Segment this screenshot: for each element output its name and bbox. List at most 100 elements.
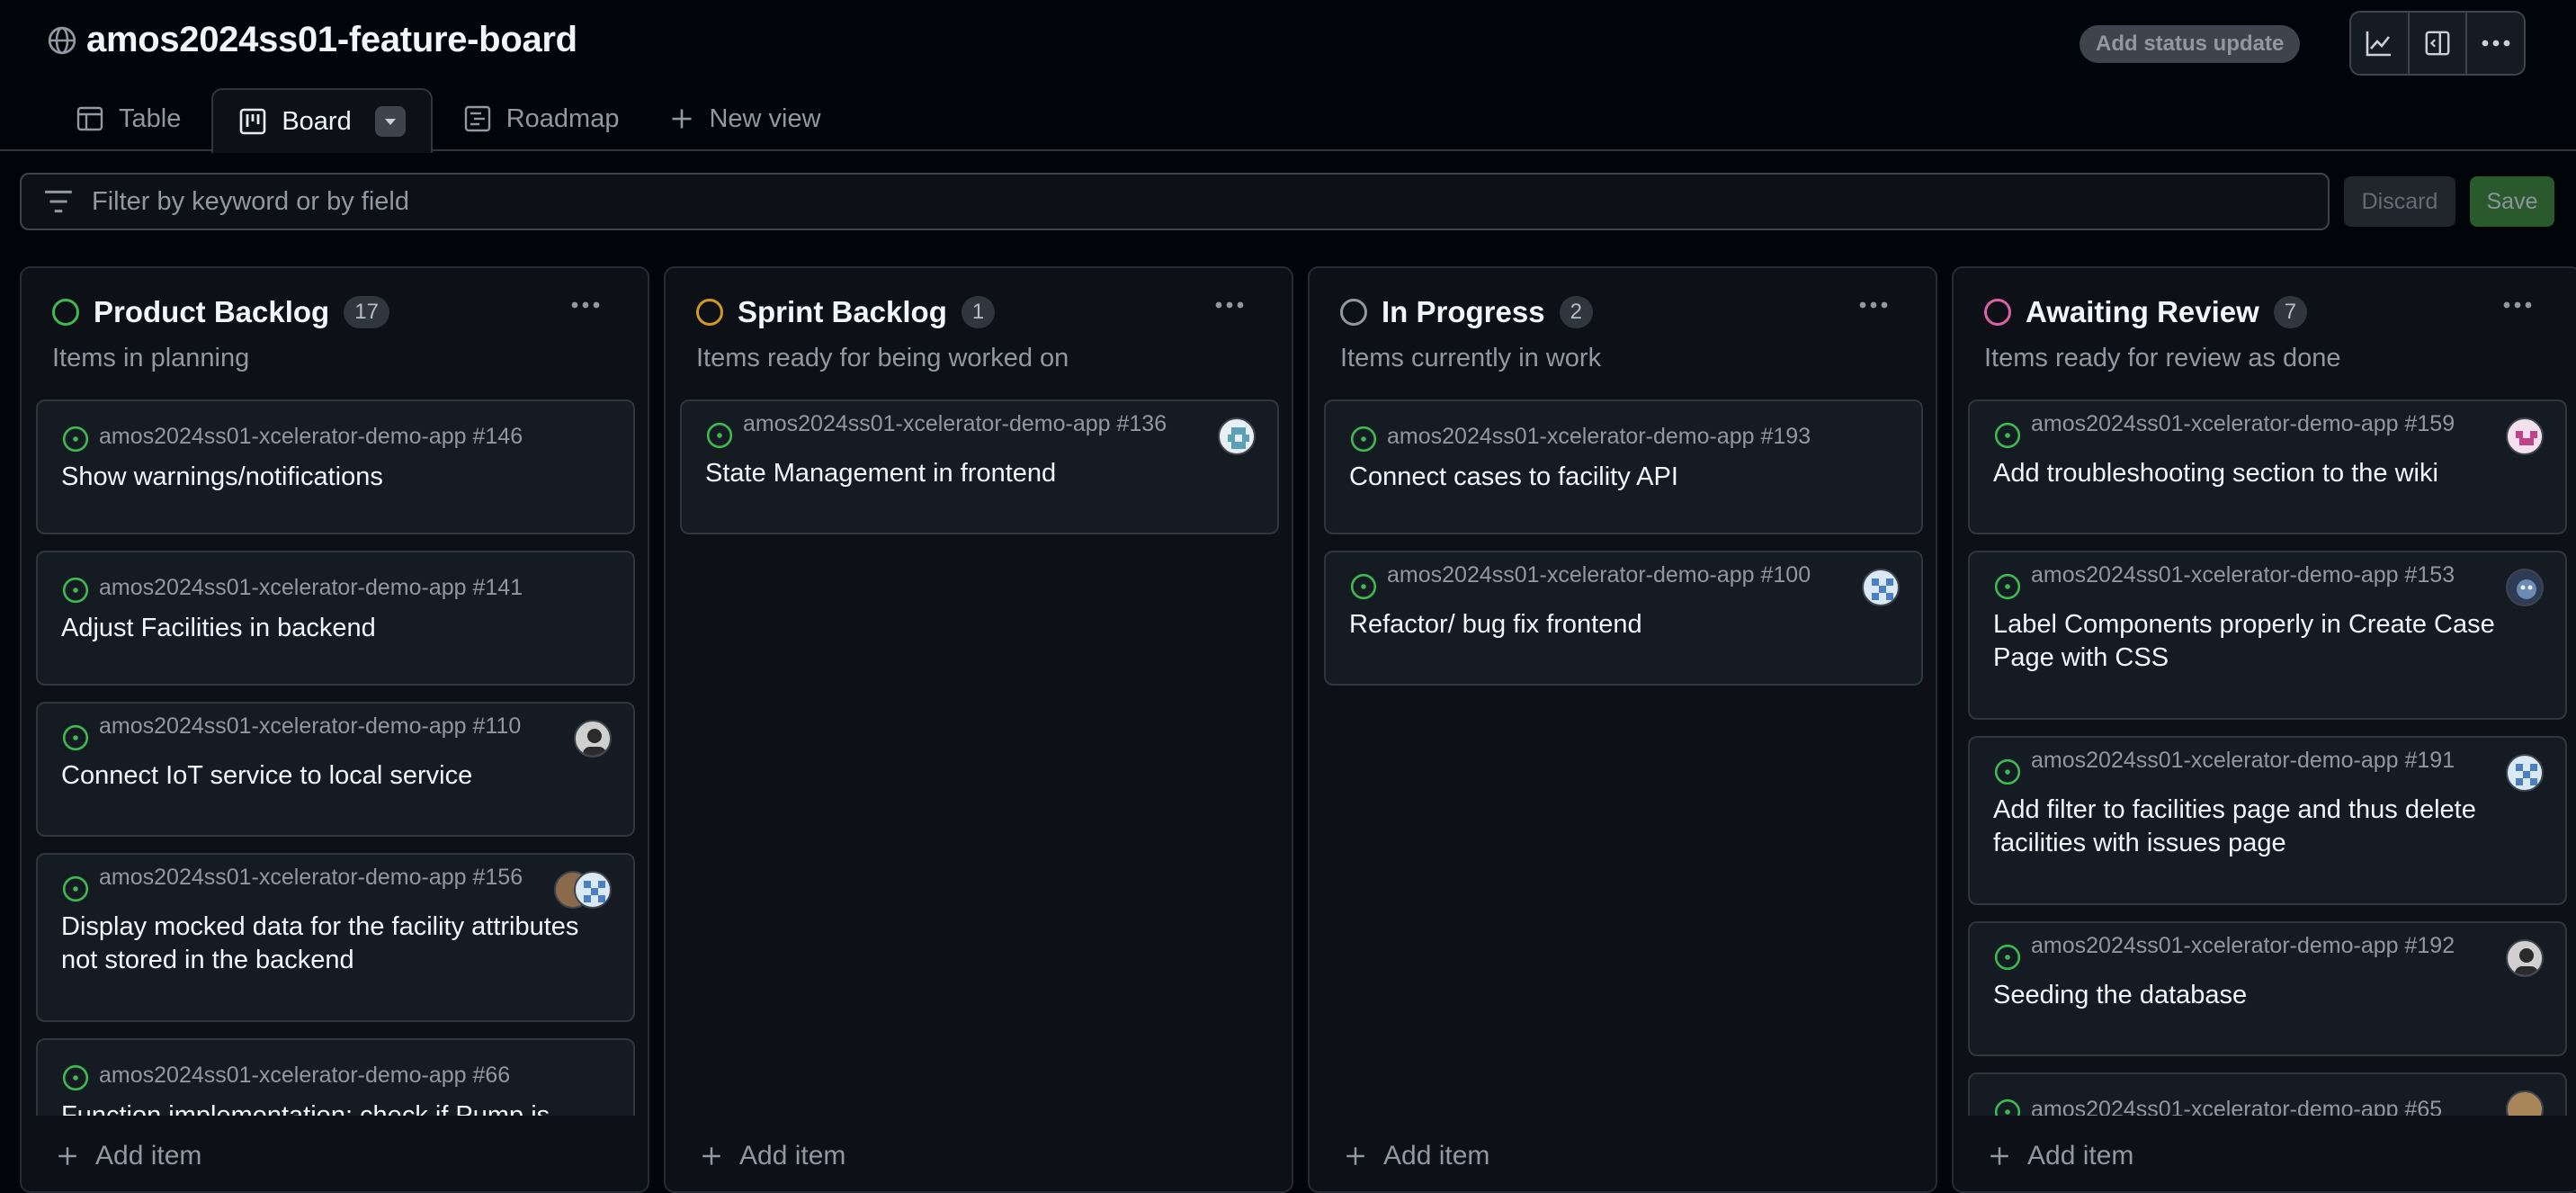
card-repo[interactable]: amos2024ss01-xcelerator-demo-app #66 (99, 1062, 510, 1089)
card-repo[interactable]: amos2024ss01-xcelerator-demo-app #191 (2031, 747, 2455, 774)
assignee-avatar[interactable] (1218, 417, 1256, 455)
assignee-avatar[interactable] (2506, 569, 2544, 606)
issue-opened-icon (62, 577, 89, 604)
issue-card[interactable]: amos2024ss01-xcelerator-demo-app #191 Ad… (1968, 736, 2567, 905)
project-title-row: amos2024ss01-feature-board (47, 20, 577, 60)
card-title[interactable]: Add troubleshooting section to the wiki (1993, 457, 2542, 490)
column-count-badge: 7 (2273, 296, 2308, 328)
assignee-avatar[interactable] (2506, 1090, 2544, 1116)
save-button[interactable]: Save (2470, 176, 2554, 227)
sidebar-expand-icon (2425, 31, 2450, 56)
card-title[interactable]: Label Components properly in Create Case… (1993, 608, 2542, 675)
card-title[interactable]: Function implementation: check if Pump i… (61, 1099, 610, 1116)
issue-card[interactable]: amos2024ss01-xcelerator-demo-app #192 Se… (1968, 921, 2567, 1056)
column-count-badge: 17 (344, 296, 389, 328)
tab-board[interactable]: Board (211, 88, 433, 153)
tab-roadmap[interactable]: Roadmap (438, 86, 645, 151)
column-product-backlog: Product Backlog 17 Items in planning amo… (20, 266, 649, 1193)
card-repo[interactable]: amos2024ss01-xcelerator-demo-app #65 (2031, 1096, 2442, 1116)
column-description: Items currently in work (1340, 344, 1602, 372)
card-title[interactable]: Connect IoT service to local service (61, 759, 610, 793)
tab-new-view[interactable]: New view (644, 86, 845, 151)
issue-card[interactable]: amos2024ss01-xcelerator-demo-app #141 Ad… (36, 551, 635, 686)
view-options-dropdown[interactable] (374, 106, 406, 137)
add-item-button[interactable]: Add item (1344, 1141, 1489, 1171)
card-title[interactable]: Seeding the database (1993, 979, 2542, 1012)
column-description: Items ready for review as done (1984, 344, 2341, 372)
card-repo[interactable]: amos2024ss01-xcelerator-demo-app #159 (2031, 410, 2455, 437)
column-in-progress: In Progress 2 Items currently in work am… (1308, 266, 1937, 1193)
card-repo[interactable]: amos2024ss01-xcelerator-demo-app #146 (99, 423, 523, 450)
column-awaiting-review: Awaiting Review 7 Items ready for review… (1952, 266, 2576, 1193)
assignee-avatar[interactable] (574, 720, 612, 758)
tab-label: Table (119, 103, 182, 133)
column-title: Awaiting Review (2026, 295, 2259, 328)
card-repo[interactable]: amos2024ss01-xcelerator-demo-app #153 (2031, 561, 2455, 588)
more-options-button[interactable] (2467, 13, 2524, 74)
tab-table[interactable]: Table (50, 86, 206, 151)
add-item-button[interactable]: Add item (56, 1141, 201, 1171)
add-item-label: Add item (2027, 1141, 2134, 1171)
issue-card[interactable]: amos2024ss01-xcelerator-demo-app #65 (1968, 1072, 2567, 1116)
plus-icon (58, 1147, 76, 1165)
issue-opened-icon (1350, 573, 1377, 600)
assignee-avatar[interactable] (2506, 417, 2544, 455)
column-description: Items in planning (52, 344, 250, 372)
column-menu-icon[interactable] (1858, 300, 1889, 309)
column-menu-icon[interactable] (1214, 300, 1245, 309)
issue-card[interactable]: amos2024ss01-xcelerator-demo-app #159 Ad… (1968, 399, 2567, 534)
identicon-icon (1872, 579, 1893, 600)
card-meta: amos2024ss01-xcelerator-demo-app #159 (1993, 410, 2542, 450)
identicon-icon (584, 881, 605, 902)
card-repo[interactable]: amos2024ss01-xcelerator-demo-app #141 (99, 574, 523, 601)
card-title[interactable]: Add filter to facilities page and thus d… (1993, 794, 2542, 860)
project-title[interactable]: amos2024ss01-feature-board (86, 20, 577, 60)
card-title[interactable]: State Management in frontend (705, 457, 1254, 490)
add-item-button[interactable]: Add item (1988, 1141, 2133, 1171)
card-list: amos2024ss01-xcelerator-demo-app #159 Ad… (1968, 399, 2567, 1116)
add-item-button[interactable]: Add item (700, 1141, 845, 1171)
card-title[interactable]: Adjust Facilities in backend (61, 612, 610, 645)
card-repo[interactable]: amos2024ss01-xcelerator-demo-app #100 (1387, 561, 1811, 588)
issue-card[interactable]: amos2024ss01-xcelerator-demo-app #136 St… (680, 399, 1279, 534)
assignee-avatar[interactable] (1862, 569, 1900, 606)
column-menu-icon[interactable] (570, 300, 601, 309)
card-title[interactable]: Show warnings/notifications (61, 461, 610, 494)
card-meta: amos2024ss01-xcelerator-demo-app #141 (61, 574, 610, 605)
assignee-avatar[interactable] (2506, 939, 2544, 977)
card-title[interactable]: Display mocked data for the facility att… (61, 910, 610, 977)
issue-card[interactable]: amos2024ss01-xcelerator-demo-app #100 Re… (1324, 551, 1923, 686)
column-header: Sprint Backlog 1 (696, 295, 996, 329)
plus-icon (702, 1147, 720, 1165)
filter-input[interactable]: Filter by keyword or by field (20, 173, 2330, 230)
add-status-update-button[interactable]: Add status update (2080, 25, 2301, 63)
kebab-horizontal-icon (2482, 40, 2510, 47)
assignee-avatar[interactable] (574, 871, 612, 909)
issue-card[interactable]: amos2024ss01-xcelerator-demo-app #153 La… (1968, 551, 2567, 720)
card-repo[interactable]: amos2024ss01-xcelerator-demo-app #110 (99, 713, 521, 740)
issue-card[interactable]: amos2024ss01-xcelerator-demo-app #146 Sh… (36, 399, 635, 534)
status-circle-icon (52, 299, 79, 326)
issue-card[interactable]: amos2024ss01-xcelerator-demo-app #193 Co… (1324, 399, 1923, 534)
card-meta: amos2024ss01-xcelerator-demo-app #191 (1993, 747, 2542, 786)
card-repo[interactable]: amos2024ss01-xcelerator-demo-app #193 (1387, 423, 1811, 450)
tab-label: Board (282, 106, 352, 136)
card-title[interactable]: Connect cases to facility API (1349, 461, 1898, 494)
card-title[interactable]: Refactor/ bug fix frontend (1349, 608, 1898, 641)
column-menu-icon[interactable] (2502, 300, 2533, 309)
discard-button[interactable]: Discard (2344, 176, 2455, 227)
card-list: amos2024ss01-xcelerator-demo-app #193 Co… (1324, 399, 1923, 1116)
assignee-avatar[interactable] (2506, 754, 2544, 792)
card-repo[interactable]: amos2024ss01-xcelerator-demo-app #156 (99, 864, 523, 891)
roadmap-icon (464, 105, 490, 132)
insights-button[interactable] (2351, 13, 2410, 74)
card-repo[interactable]: amos2024ss01-xcelerator-demo-app #192 (2031, 932, 2455, 959)
issue-card[interactable]: amos2024ss01-xcelerator-demo-app #110 Co… (36, 702, 635, 837)
side-panel-button[interactable] (2410, 13, 2468, 74)
globe-icon (48, 26, 76, 54)
project-actions-group (2349, 11, 2526, 76)
issue-card[interactable]: amos2024ss01-xcelerator-demo-app #66 Fun… (36, 1038, 635, 1116)
identicon-icon (2516, 764, 2537, 785)
issue-card[interactable]: amos2024ss01-xcelerator-demo-app #156 Di… (36, 853, 635, 1022)
card-repo[interactable]: amos2024ss01-xcelerator-demo-app #136 (743, 410, 1167, 437)
